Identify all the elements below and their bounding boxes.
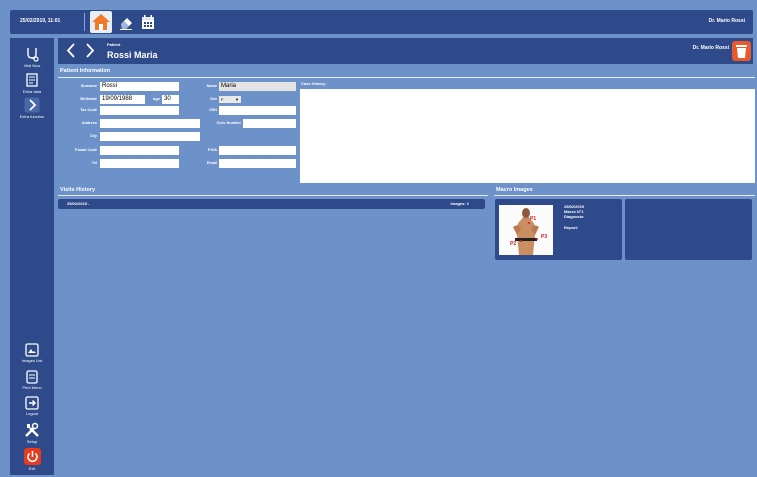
surname-field[interactable]: Rossi [100,82,179,91]
case-history-label: Case History [301,81,326,86]
address-field[interactable] [100,119,200,128]
tax-code-field[interactable] [100,106,179,115]
sidebar-item-label: Extra data [22,89,42,94]
logout-icon [25,396,39,410]
delete-button[interactable] [732,41,751,61]
macro-info: 25/02/2019 Macro N°1 Diagnosis: Report: [564,204,584,230]
visit-images-count: Images: 1 [450,201,469,206]
patient-info-title: Patient Information [60,68,111,74]
tel-label: Tel [91,161,97,165]
macro-empty-slot[interactable] [625,199,752,260]
print-menu-icon [26,370,38,384]
marker-label: P3 [541,234,547,240]
back-arrow-icon[interactable] [64,42,78,59]
sidebar-item-visit-now[interactable]: Visit Now [10,46,54,68]
home-button[interactable] [90,11,112,33]
sidebar-item-label: Print Menu [22,385,42,390]
macro-image-card[interactable]: P1 P2 P3 25/02/2019 Macro N°1 Diagnosis:… [495,199,622,260]
sidebar-item-label: Setup [26,439,38,444]
age-label: Age [152,97,160,101]
section-divider [58,77,755,78]
sex-label: Sex [210,97,217,101]
email-field[interactable] [219,159,296,168]
sidebar-item-print-menu[interactable]: Print Menu [10,370,54,390]
top-bar: 25/02/2019, 11:01 Dr. Mario Rossi [10,10,753,34]
sidebar: Visit Now Extra data Extra function Imag… [10,38,54,475]
section-divider [58,195,488,196]
eraser-icon[interactable] [118,14,134,30]
topbar-divider [84,13,85,31]
macro-images-title: Macro Images [496,187,533,193]
sex-select[interactable]: F ▼ [219,96,241,103]
patient-name: Rossi Maria [107,50,158,60]
birthdate-field[interactable]: 19/09/1988 [100,95,145,104]
civic-number-label: Civic Number [216,121,241,125]
sidebar-item-images-list[interactable]: Images List [10,343,54,363]
patient-small-label: Patient [107,42,121,47]
sidebar-item-label: Images List [21,358,43,363]
forward-arrow-icon[interactable] [83,42,97,59]
chevron-right-icon [24,97,40,113]
birthdate-label: Birthdate [80,97,97,101]
piva-field[interactable] [219,146,296,155]
postal-code-field[interactable] [100,146,179,155]
header-user: Dr. Mario Rossi [692,45,729,51]
sidebar-item-setup[interactable]: Setup [10,422,54,444]
name-label: Name [206,84,217,88]
setup-icon [25,422,39,437]
images-list-icon [25,343,39,357]
case-history-textarea[interactable] [300,89,755,183]
back-photo-thumbnail: P1 P2 P3 [499,205,553,255]
name-field[interactable]: Maria [219,82,296,91]
tel-field[interactable] [100,159,179,168]
city-label: City [89,134,97,138]
postal-code-label: Postal Code [75,148,97,152]
sidebar-item-label: Visit Now [23,63,41,68]
sidebar-item-label: Exit [28,466,36,471]
sidebar-item-extra-data[interactable]: Extra data [10,72,54,94]
home-icon [92,14,110,30]
macro-report: Report: [564,225,579,230]
macro-diagnosis: Diagnosis: [564,214,585,219]
visit-now-icon [27,48,39,62]
ssn-field[interactable] [219,106,296,115]
city-field[interactable] [100,132,200,141]
sidebar-item-exit[interactable]: Exit [10,448,54,471]
tax-code-label: Tax Code [80,108,97,112]
topbar-user: Dr. Mario Rossi [708,18,745,24]
sidebar-item-label: Extra function [19,114,45,119]
visit-date: 25/02/2019 - [67,201,90,206]
ssn-label: SSN [209,108,217,112]
macro-thumbnail[interactable]: P1 P2 P3 [499,205,553,255]
sidebar-item-logout[interactable]: Logout [10,396,54,416]
email-label: Email [206,161,217,165]
address-label: Address [81,121,97,125]
surname-label: Surname [80,84,97,88]
visits-history-title: Visits History [60,187,96,193]
calendar-icon[interactable] [140,14,156,30]
marker-label: P1 [530,216,536,222]
marker-label: P2 [510,241,516,247]
sidebar-item-extra-function[interactable]: Extra function [10,97,54,119]
sidebar-item-label: Logout [25,411,39,416]
trash-icon [736,45,747,58]
datetime-label: 25/02/2019, 11:01 [20,18,61,24]
piva-label: P.IVA [207,148,217,152]
chevron-down-icon: ▼ [235,97,239,102]
extra-data-icon [26,73,38,87]
patient-header: Patient Rossi Maria Dr. Mario Rossi [58,38,753,64]
power-icon [23,448,41,465]
sex-value: F [221,97,224,102]
visit-row[interactable]: 25/02/2019 - Images: 1 [58,199,485,209]
civic-number-field[interactable] [243,119,296,128]
age-field[interactable]: 30 [162,95,179,104]
section-divider [494,195,755,196]
